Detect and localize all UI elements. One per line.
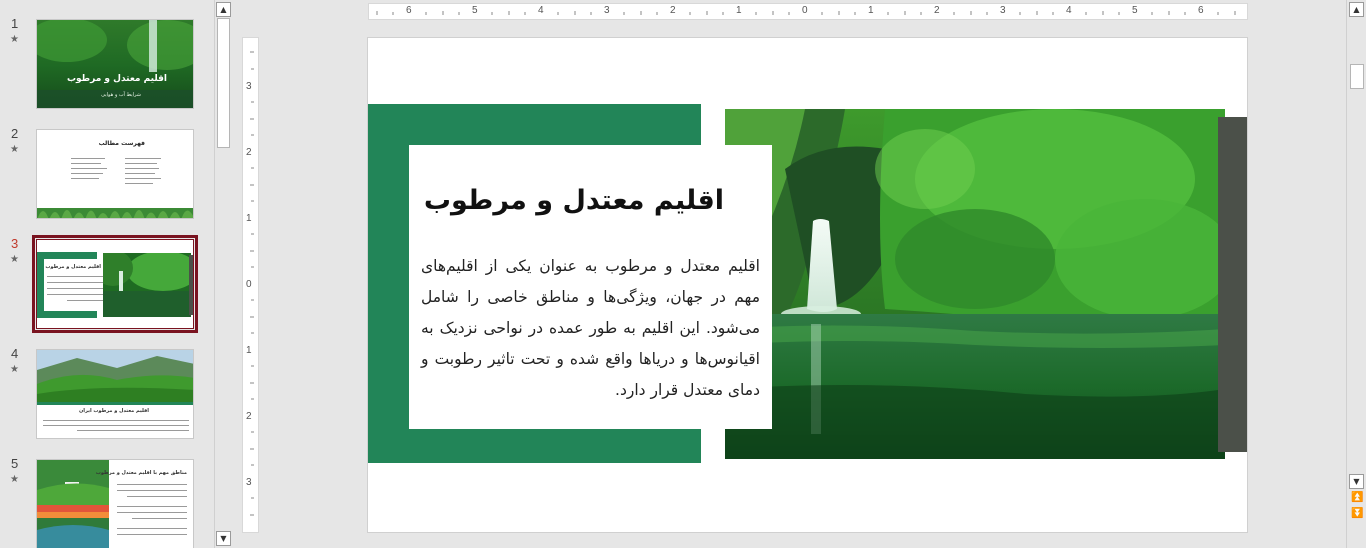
thumbnail-line [47, 288, 105, 289]
thumbnail-line [77, 430, 189, 431]
thumbnail-subtitle: شرایط آب و هوایی [101, 92, 141, 98]
slide-thumbnail-4[interactable]: اقلیم معتدل و مرطوب ایران [36, 349, 194, 439]
thumbnail-line [71, 163, 101, 164]
ruler-label: 1 [736, 5, 742, 16]
vertical-ruler: 3 2 1 0 1 2 3 [242, 37, 259, 533]
ruler-label: 2 [934, 5, 940, 16]
slide-body-text[interactable]: اقلیم معتدل و مرطوب به عنوان یکی از اقلی… [421, 251, 760, 406]
thumbnail-line [117, 534, 187, 535]
slide-thumbnail-2[interactable]: فهرست مطالب [36, 129, 194, 219]
ruler-label: 0 [802, 5, 808, 16]
thumbnail-line [127, 496, 187, 497]
slide-title[interactable]: اقلیم معتدل و مرطوب [424, 185, 724, 216]
waterfall-forest-photo-image [725, 109, 1225, 459]
star-icon: ★ [10, 254, 19, 265]
ruler-label: 0 [246, 279, 252, 290]
thumbnail-line [43, 425, 189, 426]
thumbnail-title: فهرست مطالب [98, 140, 145, 147]
thumbnail-line [125, 183, 153, 184]
thumbnail-line [125, 173, 155, 174]
ruler-label: 3 [246, 81, 252, 92]
thumbnail-line [71, 158, 105, 159]
ruler-label: 1 [246, 213, 252, 224]
ruler-label: 1 [868, 5, 874, 16]
thumbnail-number: 2 [11, 126, 19, 141]
ruler-label: 1 [246, 345, 252, 356]
thumbnail-line [71, 173, 103, 174]
star-icon: ★ [10, 364, 19, 375]
scroll-down-arrow-icon[interactable]: ▼ [1349, 474, 1364, 489]
thumbnail-line [47, 276, 105, 277]
thumbnail-divider [37, 402, 193, 405]
thumbnail-line [117, 512, 187, 513]
thumbnail-title: مناطق مهم با اقلیم معتدل و مرطوب [95, 470, 187, 476]
ruler-label: 6 [1198, 5, 1204, 16]
ruler-label: 3 [246, 477, 252, 488]
dark-accent-bar[interactable] [1218, 117, 1247, 452]
thumbnail-line [117, 490, 187, 491]
slide-editing-area: 6 5 4 3 2 1 0 1 2 3 4 5 6 3 2 1 0 1 2 3 … [232, 0, 1346, 548]
ruler-label: 4 [538, 5, 544, 16]
scroll-down-arrow-icon[interactable]: ▼ [216, 531, 231, 546]
previous-slide-icon[interactable]: ⏫ [1351, 492, 1363, 503]
thumbnail-line [43, 420, 189, 421]
thumbnail-scrollbar-thumb[interactable] [217, 18, 230, 148]
presentation-editor: 1 ★ اقلیم معتدل و مرطوب شرایط آب و هوایی… [0, 0, 1366, 548]
ruler-label: 6 [406, 5, 412, 16]
ruler-label: 4 [1066, 5, 1072, 16]
thumbnail-scrollbar[interactable]: ▲ ▼ [214, 0, 231, 548]
slide-scrollbar-thumb[interactable] [1350, 64, 1364, 89]
thumbnail-line [117, 506, 187, 507]
thumbnail-line [125, 178, 161, 179]
slide-canvas[interactable]: اقلیم معتدل و مرطوب اقلیم معتدل و مرطوب … [367, 37, 1248, 533]
scroll-up-arrow-icon[interactable]: ▲ [216, 2, 231, 17]
star-icon: ★ [10, 474, 19, 485]
thumbnail-line [125, 168, 159, 169]
slide-scrollbar[interactable]: ▲ ▼ ⏫ ⏬ [1346, 0, 1366, 548]
waterfall-thumbnail-image [103, 253, 191, 317]
slide-thumbnail-panel: 1 ★ اقلیم معتدل و مرطوب شرایط آب و هوایی… [0, 0, 214, 548]
thumbnail-number: 5 [11, 456, 19, 471]
thumbnail-number: 3 [11, 236, 19, 251]
slide-thumbnail-1[interactable]: اقلیم معتدل و مرطوب شرایط آب و هوایی [36, 19, 194, 109]
scroll-up-arrow-icon[interactable]: ▲ [1349, 2, 1364, 17]
ruler-ticks [376, 11, 1236, 15]
thumbnail-line [125, 163, 157, 164]
slide-thumbnail-3[interactable]: اقلیم معتدل و مرطوب [32, 235, 198, 333]
ruler-label: 3 [604, 5, 610, 16]
thumbnail-dark-bar [189, 255, 193, 315]
thumbnail-line [125, 158, 161, 159]
thumbnail-line [117, 528, 187, 529]
waterfall-forest-photo[interactable] [725, 109, 1225, 459]
star-icon: ★ [10, 34, 19, 45]
thumbnail-line [47, 282, 105, 283]
ruler-label: 5 [1132, 5, 1138, 16]
horizontal-ruler: 6 5 4 3 2 1 0 1 2 3 4 5 6 [368, 3, 1248, 20]
thumbnail-title: اقلیم معتدل و مرطوب ایران [78, 408, 149, 414]
text-card[interactable]: اقلیم معتدل و مرطوب اقلیم معتدل و مرطوب … [409, 145, 772, 429]
thumbnail-number: 1 [11, 16, 19, 31]
thumbnail-line [71, 178, 99, 179]
thumbnail-title: اقلیم معتدل و مرطوب [66, 74, 167, 84]
thumbnail-number: 4 [11, 346, 19, 361]
thumbnail-line [47, 294, 105, 295]
slide-thumbnail-5[interactable]: مناطق مهم با اقلیم معتدل و مرطوب [36, 459, 194, 548]
plant-border-decoration [37, 208, 193, 218]
green-hills-thumbnail-image [37, 350, 193, 402]
ruler-label: 2 [246, 147, 252, 158]
thumbnail-line [67, 300, 105, 301]
thumbnail-line [71, 168, 107, 169]
ruler-label: 2 [246, 411, 252, 422]
star-icon: ★ [10, 144, 19, 155]
thumbnail-line [132, 518, 187, 519]
next-slide-icon[interactable]: ⏬ [1351, 508, 1363, 519]
thumbnail-line [117, 484, 187, 485]
ruler-label: 2 [670, 5, 676, 16]
thumbnail-title: اقلیم معتدل و مرطوب [45, 264, 101, 270]
ruler-label: 5 [472, 5, 478, 16]
ruler-label: 3 [1000, 5, 1006, 16]
